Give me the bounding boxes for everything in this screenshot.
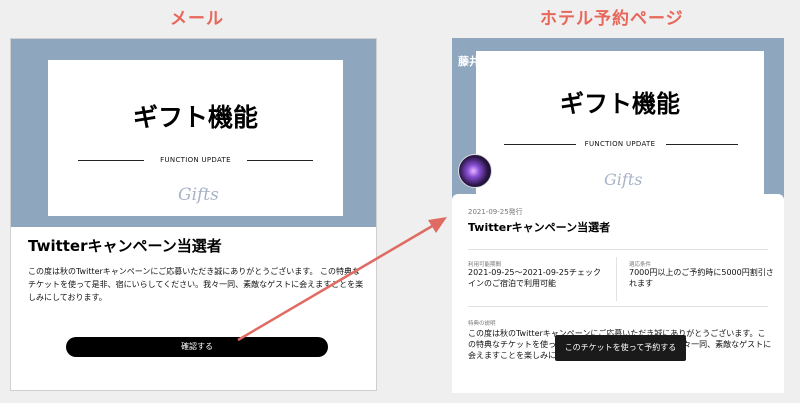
mail-body-text: この度は秋のTwitterキャンペーンにご応募いただき誠にありがとうございます。… — [28, 267, 364, 302]
signature-logo: Gifts — [604, 170, 643, 189]
ticket-detail-sheet: 2021-09-25発行 Twitterキャンペーン当選者 利用可能期間 202… — [452, 194, 784, 393]
ticket-title: Twitterキャンペーン当選者 — [468, 221, 611, 234]
condition-value: 7000円以上のご予約時に5000円割引されます — [629, 268, 774, 288]
hotel-avatar[interactable] — [458, 154, 492, 188]
hotel-booking-page: 藤井 ギフト機能 FUNCTION UPDATE Gifts 2021-09-2… — [452, 38, 784, 393]
divider — [468, 306, 768, 307]
period-value: 2021-09-25〜2021-09-25チェックインのご宿泊で利用可能 — [468, 268, 601, 288]
gift-card-image: ギフト機能 FUNCTION UPDATE Gifts — [48, 60, 343, 216]
flow-arrow-head — [428, 217, 447, 233]
mail-preview: ギフト機能 FUNCTION UPDATE Gifts Twitterキャンペー… — [10, 38, 377, 391]
confirm-button[interactable]: 確認する — [66, 337, 328, 357]
mail-section-label: メール — [170, 9, 224, 29]
mail-title: Twitterキャンペーン当選者 — [28, 237, 222, 255]
hotel-section-label: ホテル予約ページ — [540, 9, 684, 29]
issue-date: 2021-09-25発行 — [468, 208, 523, 216]
reserve-with-ticket-button[interactable]: このチケットを使って予約する — [555, 335, 686, 361]
hotel-hero-banner: 藤井 ギフト機能 FUNCTION UPDATE Gifts — [452, 38, 784, 208]
signature-logo: Gifts — [178, 185, 219, 205]
gift-card-title: ギフト機能 — [560, 90, 680, 118]
gift-card-title: ギフト機能 — [132, 103, 258, 132]
description-label: 特典の説明 — [468, 321, 496, 327]
divider — [468, 249, 768, 250]
vertical-divider — [616, 257, 617, 301]
divider-right — [247, 160, 313, 161]
divider-right — [666, 144, 738, 145]
gift-card-image: ギフト機能 FUNCTION UPDATE Gifts — [476, 51, 764, 198]
mail-hero-banner: ギフト機能 FUNCTION UPDATE Gifts — [11, 39, 376, 227]
